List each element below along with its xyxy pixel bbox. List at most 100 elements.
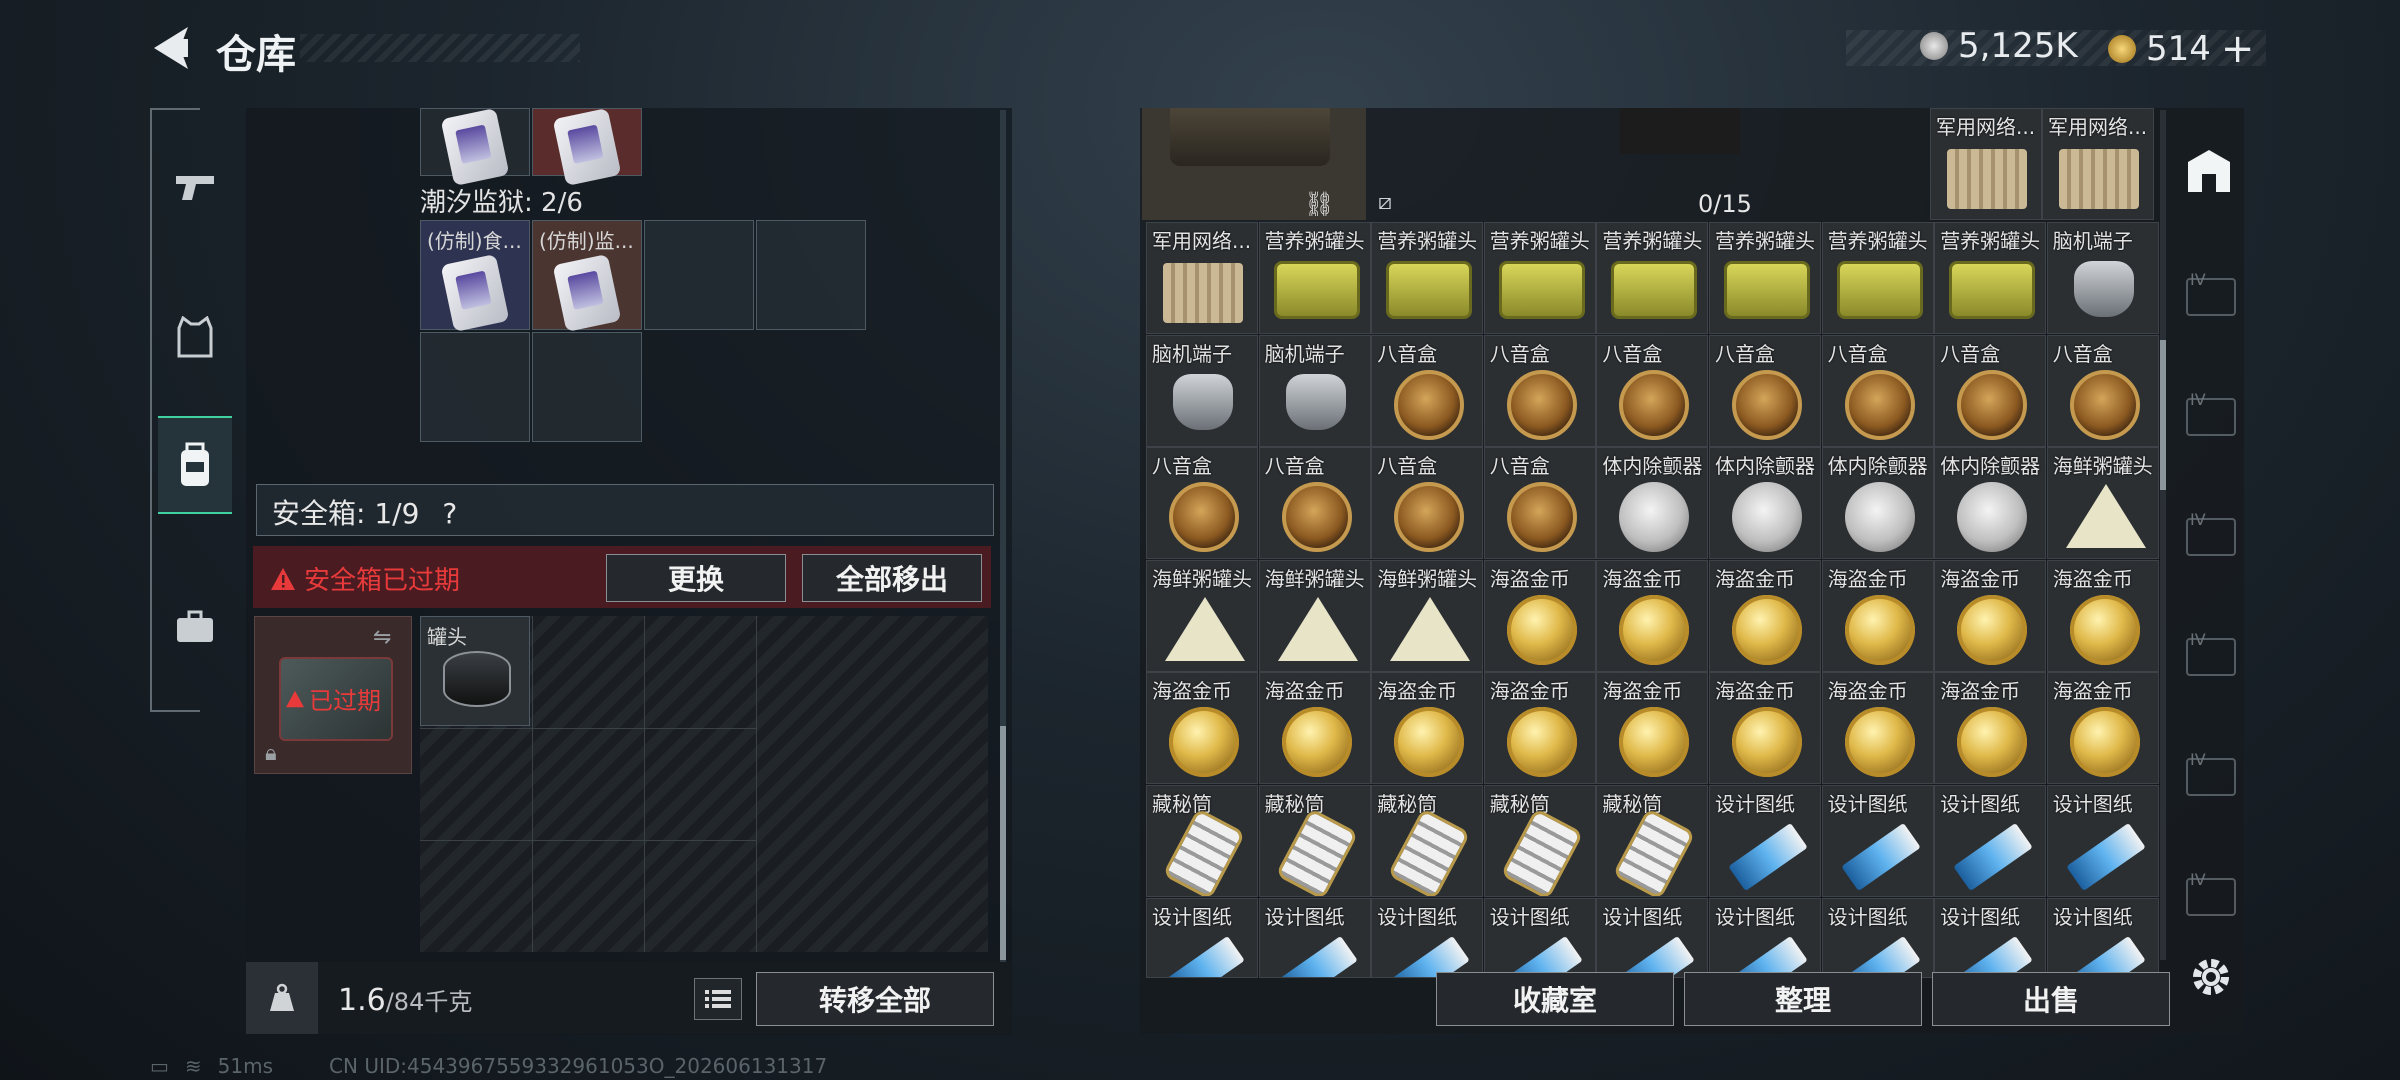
inventory-item[interactable]: 藏秘筒: [1146, 785, 1258, 897]
help-icon[interactable]: ?: [442, 497, 457, 530]
inventory-item[interactable]: 军用网络...: [2042, 108, 2154, 220]
inventory-item[interactable]: 海鲜粥罐头: [1258, 559, 1371, 672]
inventory-item[interactable]: 海盗金币: [1821, 672, 1934, 785]
inventory-item[interactable]: 海盗金币: [1596, 672, 1709, 785]
inventory-item[interactable]: 海盗金币: [1258, 672, 1371, 785]
back-arrow-icon[interactable]: [150, 25, 190, 71]
inventory-item[interactable]: 营养粥罐头: [1258, 222, 1371, 334]
prison-item-slot[interactable]: (仿制)监...: [532, 220, 642, 333]
transfer-all-button[interactable]: 转移全部: [756, 972, 994, 1026]
inventory-item[interactable]: 八音盒: [1821, 334, 1934, 447]
inventory-item[interactable]: 海盗金币: [1483, 559, 1596, 672]
inventory-item[interactable]: 体内除颤器: [1596, 447, 1709, 560]
inventory-item[interactable]: 八音盒: [2046, 334, 2159, 447]
inventory-item[interactable]: 藏秘筒: [1371, 785, 1484, 897]
inventory-item[interactable]: 设计图纸: [1821, 897, 1934, 978]
empty-slot[interactable]: [420, 332, 530, 442]
container-slot-icon[interactable]: IV: [2186, 750, 2236, 796]
inventory-item[interactable]: 营养粥罐头: [1821, 222, 1934, 334]
inventory-item[interactable]: 设计图纸: [1146, 897, 1258, 978]
replace-button[interactable]: 更换: [606, 554, 786, 602]
inventory-item[interactable]: 八音盒: [1596, 334, 1709, 447]
inventory-item[interactable]: 海盗金币: [1371, 672, 1484, 785]
tab-weapons[interactable]: [158, 140, 232, 234]
inventory-item[interactable]: 八音盒: [1483, 334, 1596, 447]
inventory-item[interactable]: 藏秘筒: [1596, 785, 1709, 897]
inventory-item[interactable]: 设计图纸: [2046, 785, 2159, 897]
inventory-item[interactable]: 军用网络...: [1146, 222, 1258, 334]
move-all-out-button[interactable]: 全部移出: [802, 554, 982, 602]
inventory-item[interactable]: 脑机端子: [1258, 334, 1371, 447]
inventory-item[interactable]: 海鲜粥罐头: [2046, 447, 2159, 560]
inventory-item[interactable]: 海盗金币: [1483, 672, 1596, 785]
safe-item-slot[interactable]: 罐头: [420, 616, 530, 726]
inventory-item[interactable]: 海盗金币: [2046, 559, 2159, 672]
inventory-item[interactable]: 设计图纸: [1934, 785, 2047, 897]
currency-gold[interactable]: 514 +: [2108, 26, 2254, 72]
right-scrollbar[interactable]: [2160, 110, 2166, 960]
container-slot-icon[interactable]: IV: [2186, 510, 2236, 556]
container-slot-icon[interactable]: IV: [2186, 390, 2236, 436]
inventory-item[interactable]: 设计图纸: [1821, 785, 1934, 897]
partial-item-slot[interactable]: [532, 107, 642, 187]
inventory-item[interactable]: 设计图纸: [1596, 897, 1709, 978]
swap-icon[interactable]: ⇋: [373, 625, 391, 650]
inventory-item[interactable]: 八音盒: [1146, 447, 1258, 560]
inventory-item[interactable]: 八音盒: [1934, 334, 2047, 447]
inventory-item[interactable]: 设计图纸: [2046, 897, 2159, 978]
inventory-item[interactable]: 设计图纸: [1934, 897, 2047, 978]
inventory-item[interactable]: 八音盒: [1371, 334, 1484, 447]
left-scrollbar-thumb[interactable]: [1000, 726, 1006, 960]
tab-armor[interactable]: [158, 290, 232, 384]
safe-box-slot[interactable]: 已过期 ⇋ 🔒︎: [254, 616, 412, 774]
inventory-item[interactable]: 营养粥罐头: [1709, 222, 1821, 334]
inventory-item[interactable]: 体内除颤器: [1821, 447, 1934, 560]
container-slot-icon[interactable]: IV: [2186, 270, 2236, 316]
inventory-item[interactable]: 藏秘筒: [1483, 785, 1596, 897]
inventory-item[interactable]: 八音盒: [1709, 334, 1821, 447]
list-view-button[interactable]: [694, 978, 742, 1020]
container-slot-icon[interactable]: IV: [2186, 870, 2236, 916]
organize-button[interactable]: 整理: [1684, 972, 1922, 1026]
settings-gear-icon[interactable]: [2188, 954, 2234, 1000]
inventory-item[interactable]: 八音盒: [1258, 447, 1371, 560]
inventory-item[interactable]: 营养粥罐头: [1596, 222, 1709, 334]
container-slot-icon[interactable]: IV: [2186, 630, 2236, 676]
weapon-slot[interactable]: 0/15: [1480, 108, 1816, 220]
inventory-item[interactable]: 设计图纸: [1371, 897, 1484, 978]
sell-button[interactable]: 出售: [1932, 972, 2170, 1026]
collection-room-button[interactable]: 收藏室: [1436, 972, 1674, 1026]
inventory-item[interactable]: 体内除颤器: [1709, 447, 1821, 560]
empty-slot[interactable]: [532, 332, 642, 442]
inventory-item[interactable]: 藏秘筒: [1258, 785, 1371, 897]
home-base-icon[interactable]: [2184, 146, 2234, 196]
inventory-item[interactable]: 海鲜粥罐头: [1371, 559, 1484, 672]
inventory-item[interactable]: 八音盒: [1371, 447, 1484, 560]
tab-case[interactable]: [158, 580, 232, 674]
inventory-item[interactable]: 军用网络...: [1930, 108, 2042, 220]
empty-slot[interactable]: [756, 220, 866, 330]
inventory-item[interactable]: 海鲜粥罐头: [1146, 559, 1258, 672]
inventory-item[interactable]: 海盗金币: [1821, 559, 1934, 672]
large-item-slot[interactable]: ⛓ 17: [1142, 108, 1366, 246]
inventory-item[interactable]: 体内除颤器: [1934, 447, 2047, 560]
inventory-item[interactable]: 设计图纸: [1483, 897, 1596, 978]
inventory-item[interactable]: 海盗金币: [1934, 672, 2047, 785]
inventory-item[interactable]: 营养粥罐头: [1483, 222, 1596, 334]
inventory-item[interactable]: 海盗金币: [1709, 672, 1821, 785]
inventory-item[interactable]: 营养粥罐头: [1371, 222, 1484, 334]
partial-item-slot[interactable]: [420, 107, 530, 187]
inventory-item[interactable]: 脑机端子: [1146, 334, 1258, 447]
inventory-item[interactable]: 海盗金币: [1934, 559, 2047, 672]
empty-slot[interactable]: [644, 220, 754, 330]
inventory-item[interactable]: 设计图纸: [1709, 785, 1821, 897]
inventory-item[interactable]: 设计图纸: [1258, 897, 1371, 978]
tab-backpack[interactable]: [158, 416, 232, 514]
right-scrollbar-thumb[interactable]: [2160, 340, 2166, 490]
inventory-item[interactable]: 设计图纸: [1709, 897, 1821, 978]
inventory-item[interactable]: 海盗金币: [1709, 559, 1821, 672]
inventory-item[interactable]: 八音盒: [1483, 447, 1596, 560]
inventory-item[interactable]: 海盗金币: [2046, 672, 2159, 785]
prison-item-slot[interactable]: (仿制)食...: [420, 220, 530, 333]
inventory-item[interactable]: 海盗金币: [1596, 559, 1709, 672]
